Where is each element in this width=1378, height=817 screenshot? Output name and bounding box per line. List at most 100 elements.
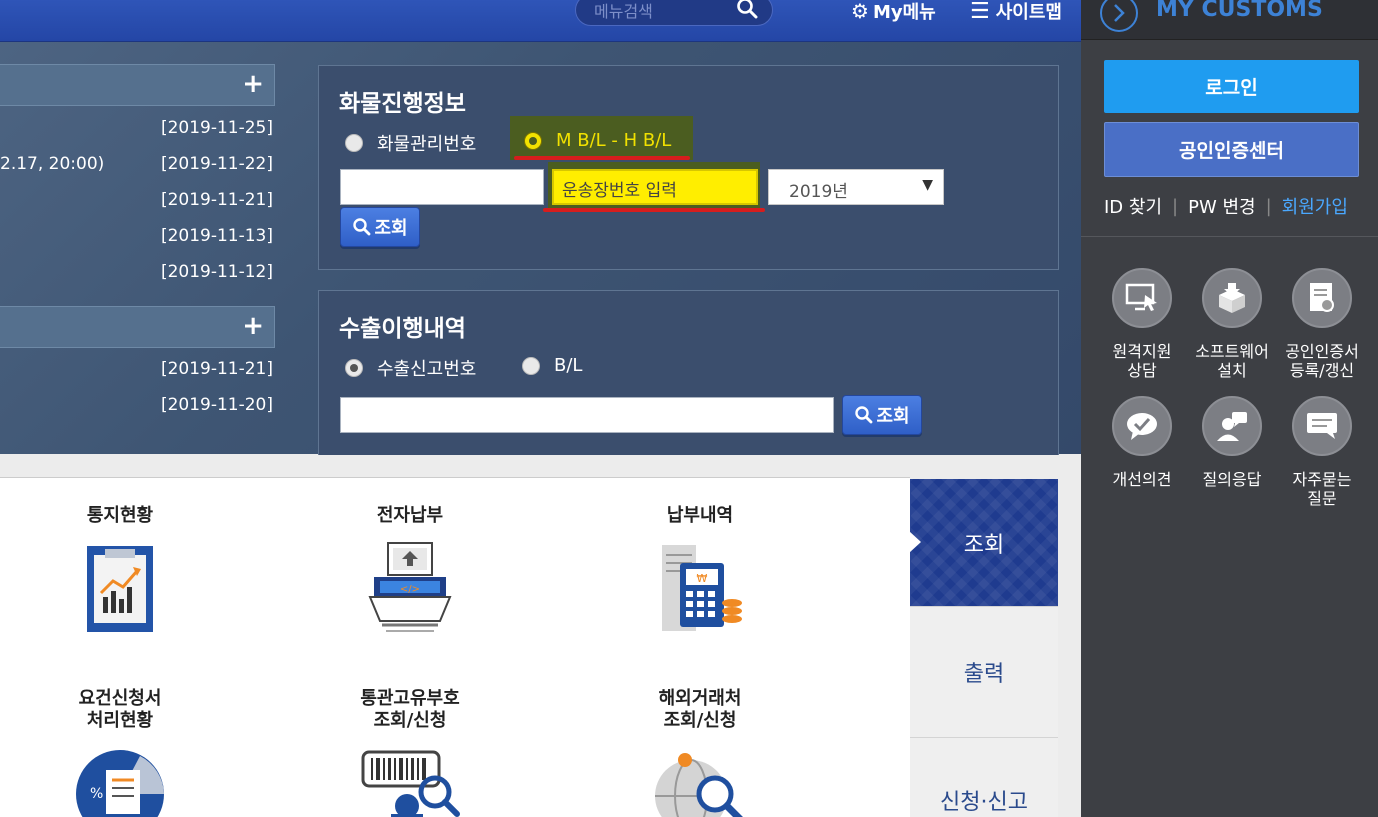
radio-bl[interactable]: B/L bbox=[522, 355, 582, 376]
feedback-item[interactable]: 개선의견 bbox=[1097, 396, 1187, 489]
radio-mbl-hbl[interactable]: M B/L - H B/L bbox=[524, 130, 671, 151]
change-pw-link[interactable]: PW 변경 bbox=[1188, 193, 1256, 219]
separator: | bbox=[1172, 195, 1179, 217]
service-label: 해외거래처 조회/신청 bbox=[600, 688, 800, 732]
list-item-date: [2019-11-21] bbox=[160, 190, 273, 210]
list-item[interactable]: 2.17, 20:00) [2019-11-22] bbox=[0, 148, 275, 184]
receipt-calculator-icon: ₩ bbox=[662, 545, 742, 631]
radio-label: 화물관리번호 bbox=[377, 134, 477, 155]
person-chat-icon bbox=[1202, 396, 1262, 456]
service-label-line1: 해외거래처 bbox=[658, 688, 742, 709]
svg-text:%: % bbox=[90, 786, 103, 802]
sitemap-label: 사이트맵 bbox=[995, 2, 1062, 23]
more-plus-icon[interactable]: + bbox=[242, 311, 264, 341]
radio-label: B/L bbox=[554, 355, 583, 376]
cargo-query-button[interactable]: 조회 bbox=[340, 207, 420, 247]
dropdown-caret-icon: ▼ bbox=[922, 177, 933, 193]
radio-cargo-number[interactable]: 화물관리번호 bbox=[345, 130, 476, 156]
certificate-icon bbox=[1292, 268, 1352, 328]
remote-support-item[interactable]: 원격지원 상담 bbox=[1097, 268, 1187, 380]
mymenu-button[interactable]: ⚙ My메뉴 bbox=[851, 0, 936, 24]
export-number-input[interactable] bbox=[340, 397, 834, 433]
item-label: 소프트웨어 bbox=[1195, 342, 1269, 361]
install-box-icon bbox=[1202, 268, 1262, 328]
list-item[interactable]: [2019-11-21] bbox=[0, 184, 275, 220]
sitemap-button[interactable]: ☰ 사이트맵 bbox=[970, 0, 1062, 24]
service-customs-code[interactable]: 통관고유부호 조회/신청 bbox=[310, 688, 510, 817]
radio-button[interactable] bbox=[345, 359, 363, 377]
notice-header: + bbox=[0, 306, 275, 348]
search-icon bbox=[353, 218, 371, 236]
search-icon[interactable] bbox=[736, 0, 758, 19]
faq-item[interactable]: 자주묻는 질문 bbox=[1277, 396, 1367, 508]
list-item[interactable]: [2019-11-25] bbox=[0, 112, 275, 148]
service-foreign-partner[interactable]: 해외거래처 조회/신청 bbox=[600, 688, 800, 817]
cert-center-button[interactable]: 공인인증센터 bbox=[1104, 122, 1359, 177]
hamburger-icon: ☰ bbox=[970, 0, 990, 24]
svg-text:₩: ₩ bbox=[697, 572, 708, 585]
payment-terminal-icon: </> bbox=[368, 542, 452, 632]
tab-print[interactable]: 출력 bbox=[910, 607, 1058, 738]
list-item-date: [2019-11-12] bbox=[160, 262, 273, 282]
year-select[interactable]: 2019년 ▼ bbox=[768, 169, 944, 205]
service-label: 통지현황 bbox=[86, 505, 154, 526]
radio-label: 수출신고번호 bbox=[377, 359, 477, 380]
list-item-date: [2019-11-21] bbox=[160, 359, 273, 379]
qna-item[interactable]: 질의응답 bbox=[1187, 396, 1277, 489]
chat-bubble-icon bbox=[1292, 396, 1352, 456]
radio-button[interactable] bbox=[522, 356, 540, 375]
service-label: 납부내역 bbox=[666, 505, 734, 526]
certificate-item[interactable]: 공인인증서 등록/갱신 bbox=[1277, 268, 1367, 380]
list-item[interactable]: [2019-11-20] bbox=[0, 389, 275, 425]
tab-query[interactable]: 조회 bbox=[909, 479, 1058, 607]
radio-export-number[interactable]: 수출신고번호 bbox=[345, 355, 476, 381]
search-input[interactable]: 메뉴검색 bbox=[594, 0, 653, 22]
export-panel: 수출이행내역 수출신고번호 B/L 조회 bbox=[318, 290, 1059, 455]
service-label-line1: 요건신청서 bbox=[78, 688, 162, 709]
report-chart-icon bbox=[87, 546, 153, 632]
service-notice-status[interactable]: 통지현황 bbox=[20, 505, 220, 645]
notice-header: + bbox=[0, 64, 275, 106]
tab-pointer bbox=[909, 531, 921, 553]
separator: | bbox=[1265, 195, 1272, 217]
tab-label: 조회 bbox=[963, 532, 1005, 558]
list-item-date: [2019-11-20] bbox=[160, 395, 273, 415]
mymenu-label: My메뉴 bbox=[872, 2, 936, 23]
gear-icon: ⚙ bbox=[851, 0, 869, 23]
more-plus-icon[interactable]: + bbox=[242, 69, 264, 99]
service-label-line2: 조회/신청 bbox=[663, 710, 737, 731]
login-button[interactable]: 로그인 bbox=[1104, 60, 1359, 113]
query-label: 조회 bbox=[374, 218, 408, 239]
service-requirement-status[interactable]: 요건신청서 처리현황 % bbox=[20, 688, 220, 817]
svg-text:</>: </> bbox=[400, 584, 420, 595]
join-link[interactable]: 회원가입 bbox=[1282, 193, 1348, 219]
waybill-placeholder: 운송장번호 입력 bbox=[562, 181, 677, 201]
list-item[interactable]: [2019-11-12] bbox=[0, 256, 275, 292]
list-item-title: 2.17, 20:00) bbox=[0, 154, 105, 174]
service-label-line2: 조회/신청 bbox=[373, 710, 447, 731]
find-id-link[interactable]: ID 찾기 bbox=[1104, 193, 1162, 219]
service-label-line1: 통관고유부호 bbox=[360, 688, 460, 709]
speech-check-icon bbox=[1112, 396, 1172, 456]
cargo-title: 화물진행정보 bbox=[339, 91, 466, 117]
item-label: 등록/갱신 bbox=[1289, 361, 1355, 380]
tab-apply[interactable]: 신청·신고 bbox=[910, 738, 1058, 817]
service-epayment[interactable]: 전자납부 </> bbox=[310, 505, 510, 645]
menu-search[interactable]: 메뉴검색 bbox=[575, 0, 773, 26]
document-percent-icon: % bbox=[76, 750, 164, 817]
mbl-input[interactable] bbox=[340, 169, 544, 205]
list-item-date: [2019-11-22] bbox=[160, 154, 273, 174]
service-label: 통관고유부호 조회/신청 bbox=[310, 688, 510, 732]
chevron-right-icon[interactable] bbox=[1100, 0, 1138, 32]
search-icon bbox=[855, 406, 873, 424]
service-payment-history[interactable]: 납부내역 ₩ bbox=[600, 505, 800, 645]
list-item[interactable]: [2019-11-21] bbox=[0, 353, 275, 389]
list-item[interactable]: [2019-11-13] bbox=[0, 220, 275, 256]
waybill-input[interactable]: 운송장번호 입력 bbox=[552, 169, 758, 205]
radio-button[interactable] bbox=[345, 134, 363, 152]
radio-button[interactable] bbox=[524, 131, 542, 150]
tab-label: 신청·신고 bbox=[940, 790, 1028, 815]
software-install-item[interactable]: 소프트웨어 설치 bbox=[1187, 268, 1277, 380]
export-query-button[interactable]: 조회 bbox=[842, 395, 922, 435]
services-area: 통지현황 전자납부 </> 납부내역 ₩ 요건신청서 처리현황 % 통관고유부호… bbox=[0, 477, 910, 817]
